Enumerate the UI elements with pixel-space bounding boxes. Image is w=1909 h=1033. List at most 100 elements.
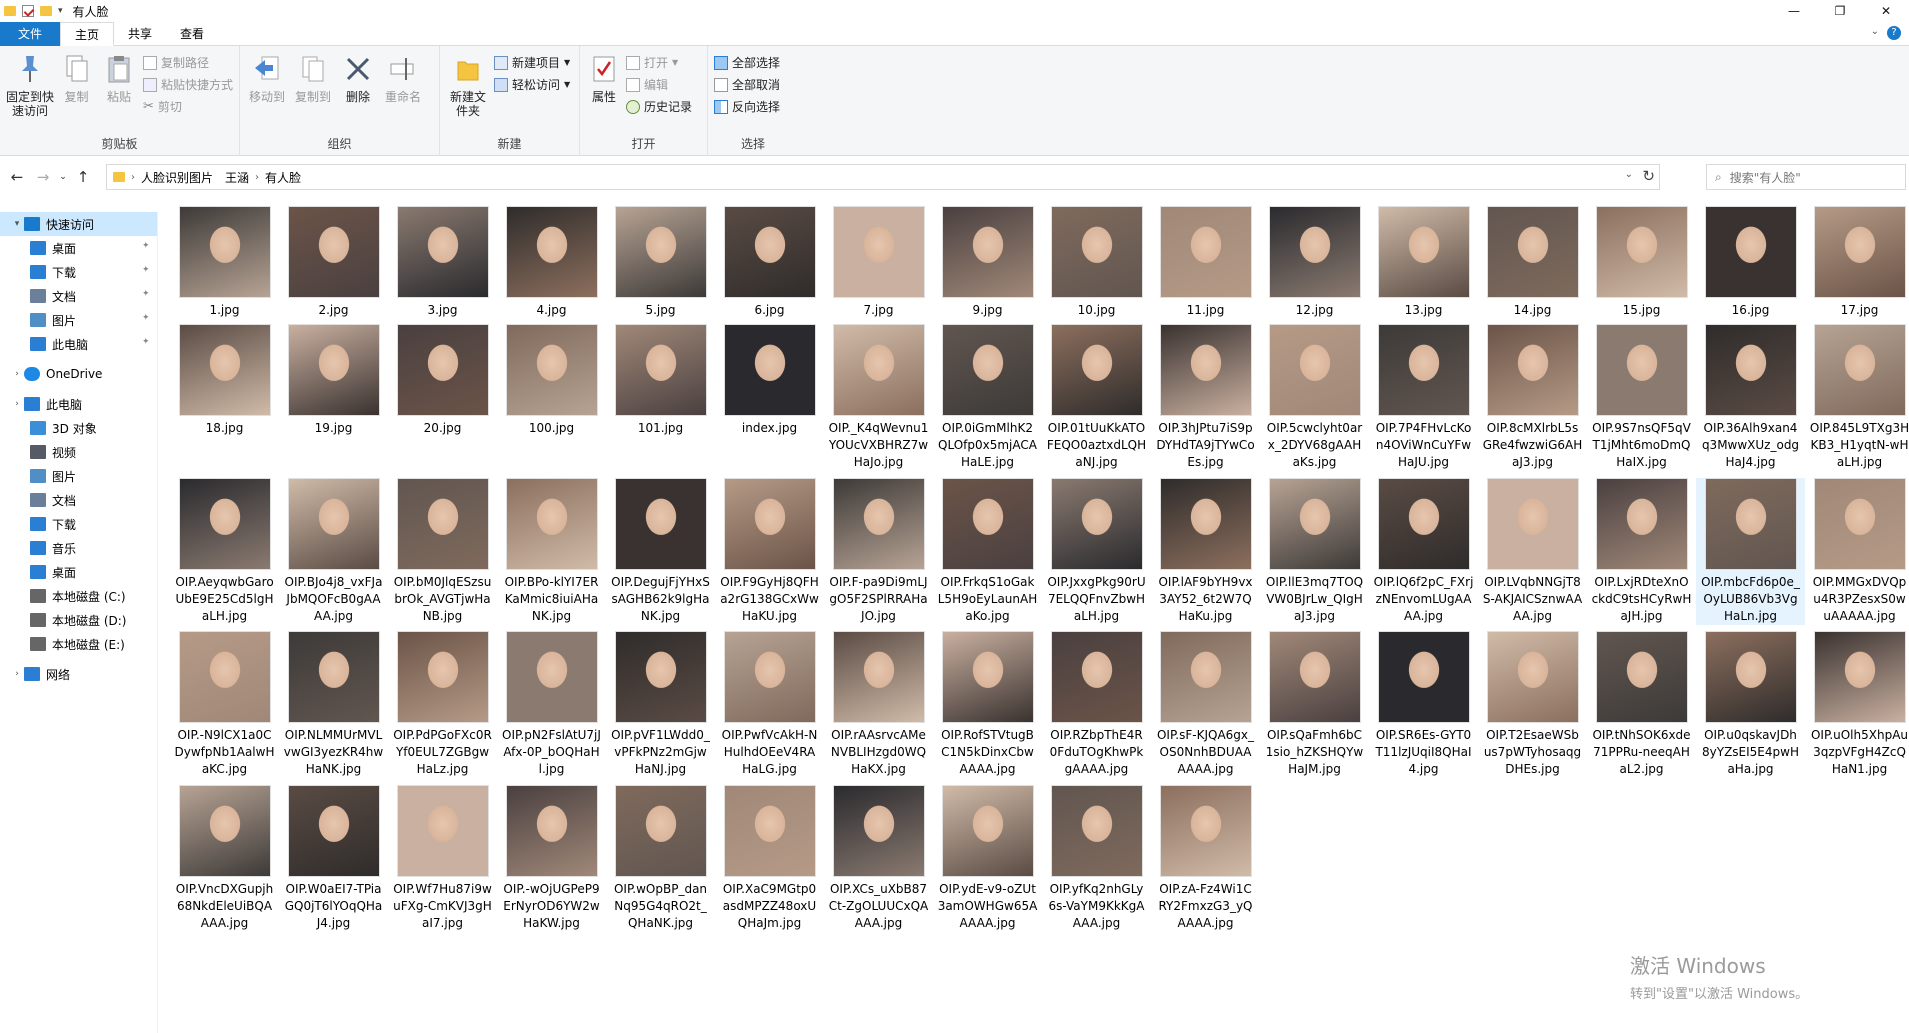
file-item[interactable]: OIP.XCs_uXbB87Ct-ZgOLUUCxQAAAA.jpg xyxy=(824,785,933,932)
file-item[interactable]: OIP.7P4FHvLcKon4OViWnCuYFwHaJU.jpg xyxy=(1369,324,1478,471)
properties-quick-icon[interactable] xyxy=(22,5,34,17)
file-item[interactable]: OIP.pN2FslAtU7jJAfx-0P_bOQHaHl.jpg xyxy=(497,631,606,778)
file-item[interactable]: 19.jpg xyxy=(279,324,388,471)
file-item[interactable]: OIP.zA-Fz4Wi1CRY2FmxzG3_yQAAAA.jpg xyxy=(1151,785,1260,932)
file-item[interactable]: 101.jpg xyxy=(606,324,715,471)
sidebar-item[interactable]: 音乐 xyxy=(0,536,157,560)
minimize-button[interactable]: — xyxy=(1771,0,1817,22)
open-button[interactable]: 打开 ▼ xyxy=(626,54,692,71)
file-item[interactable]: 16.jpg xyxy=(1696,206,1805,319)
file-item[interactable]: OIP.T2EsaeWSbus7pWTyhosaqgDHEs.jpg xyxy=(1478,631,1587,778)
file-item[interactable]: 20.jpg xyxy=(388,324,497,471)
file-item[interactable]: OIP.3hJPtu7iS9pDYHdTA9jTYwCoEs.jpg xyxy=(1151,324,1260,471)
file-item[interactable]: OIP.-wOjUGPeP9ErNyrOD6YW2wHaKW.jpg xyxy=(497,785,606,932)
tab-file[interactable]: 文件 xyxy=(0,22,61,46)
file-item[interactable]: 100.jpg xyxy=(497,324,606,471)
file-item[interactable]: OIP.ydE-v9-oZUt3amOWHGw65AAAAA.jpg xyxy=(933,785,1042,932)
sidebar-item[interactable]: 下载 ✦ xyxy=(0,260,157,284)
ribbon-expand-icon[interactable]: ⌄ xyxy=(1871,26,1879,37)
up-arrow-icon[interactable]: ↑ xyxy=(70,168,96,186)
file-item[interactable]: OIP.01tUuKkATOFEQO0aztxdLQHaNJ.jpg xyxy=(1042,324,1151,471)
file-item[interactable]: OIP.36Alh9xan4q3MwwXUz_odgHaJ4.jpg xyxy=(1696,324,1805,471)
sidebar-item[interactable]: 视频 xyxy=(0,440,157,464)
file-item[interactable]: OIP.u0qskavJDh8yYZsEI5E4pwHaHa.jpg xyxy=(1696,631,1805,778)
file-item[interactable]: OIP.llE3mq7TOQVW0BJrLw_QIgHaJ3.jpg xyxy=(1260,478,1369,625)
help-icon[interactable]: ? xyxy=(1887,26,1901,40)
file-item[interactable]: OIP.RofSTVtugBC1N5kDinxCbwAAAA.jpg xyxy=(933,631,1042,778)
breadcrumb-item[interactable]: 有人脸 xyxy=(265,169,301,186)
new-folder-quick-icon[interactable] xyxy=(40,6,52,16)
file-item[interactable]: OIP.VncDXGupjh68NkdEleUiBQAAAA.jpg xyxy=(170,785,279,932)
file-item[interactable]: 7.jpg xyxy=(824,206,933,319)
select-all-button[interactable]: 全部选择 xyxy=(714,54,780,71)
file-item[interactable]: OIP.tNhSOK6xde71PPRu-neeqAHaL2.jpg xyxy=(1587,631,1696,778)
file-item[interactable]: OIP.bM0JlqESzsubrOk_AVGTjwHaNB.jpg xyxy=(388,478,497,625)
sidebar-item[interactable]: 图片 xyxy=(0,464,157,488)
tab-home[interactable]: 主页 xyxy=(60,22,115,46)
file-item[interactable]: OIP.F9GyHj8QFHa2rG138GCxWwHaKU.jpg xyxy=(715,478,824,625)
sidebar-item[interactable]: ▾ 快速访问 xyxy=(0,212,157,236)
file-item[interactable]: OIP.lAF9bYH9vx3AY52_6t2W7QHaKu.jpg xyxy=(1151,478,1260,625)
address-dropdown-icon[interactable]: ⌄ xyxy=(1625,169,1633,180)
file-item[interactable]: OIP.9S7nsQF5qVT1jMht6moDmQHaIX.jpg xyxy=(1587,324,1696,471)
file-item[interactable]: 13.jpg xyxy=(1369,206,1478,319)
history-button[interactable]: 历史记录 xyxy=(626,98,692,115)
sidebar-item[interactable]: 桌面 ✦ xyxy=(0,236,157,260)
file-item[interactable]: OIP._K4qWevnu1YOUcVXBHRZ7wHaJo.jpg xyxy=(824,324,933,471)
file-item[interactable]: 4.jpg xyxy=(497,206,606,319)
file-item[interactable]: OIP.AeyqwbGaroUbE9E25Cd5lgHaLH.jpg xyxy=(170,478,279,625)
sidebar-item[interactable]: 文档 ✦ xyxy=(0,284,157,308)
file-item[interactable]: OIP.845L9TXg3HKB3_H1yqtN-wHaLH.jpg xyxy=(1805,324,1909,471)
expand-arrow-icon[interactable]: › xyxy=(10,669,24,679)
file-item[interactable]: OIP.8cMXlrbL5sGRe4fwzwiG6AHaJ3.jpg xyxy=(1478,324,1587,471)
tab-share[interactable]: 共享 xyxy=(114,22,166,46)
file-item[interactable]: OIP.rAAsrvcAMeNVBLIHzgd0WQHaKX.jpg xyxy=(824,631,933,778)
file-item[interactable]: OIP.mbcFd6p0e_OyLUB86Vb3VgHaLn.jpg xyxy=(1696,478,1805,625)
maximize-button[interactable]: ❐ xyxy=(1817,0,1863,22)
file-item[interactable]: OIP.PdPGoFXc0RYf0EUL7ZGBgwHaLz.jpg xyxy=(388,631,497,778)
file-item[interactable]: OIP.sQaFmh6bC1sio_hZKSHQYwHaJM.jpg xyxy=(1260,631,1369,778)
refresh-icon[interactable]: ↻ xyxy=(1642,167,1655,185)
expand-arrow-icon[interactable]: › xyxy=(10,369,24,379)
sidebar-item[interactable]: 3D 对象 xyxy=(0,416,157,440)
file-item[interactable]: OIP.-N9lCX1a0CDywfpNb1AalwHaKC.jpg xyxy=(170,631,279,778)
forward-arrow-icon[interactable]: → xyxy=(30,168,56,186)
sidebar-item[interactable]: 图片 ✦ xyxy=(0,308,157,332)
file-item[interactable]: OIP.Wf7Hu87i9wuFXg-CmKVJ3gHaI7.jpg xyxy=(388,785,497,932)
file-item[interactable]: 5.jpg xyxy=(606,206,715,319)
file-item[interactable]: OIP.BPo-klYI7ERKaMmic8iuiAHaNK.jpg xyxy=(497,478,606,625)
tab-view[interactable]: 查看 xyxy=(166,22,218,46)
file-item[interactable]: OIP.LxjRDteXnOckdC9tsHCyRwHaJH.jpg xyxy=(1587,478,1696,625)
file-item[interactable]: 17.jpg xyxy=(1805,206,1909,319)
sidebar-item[interactable]: 文档 xyxy=(0,488,157,512)
file-item[interactable]: 10.jpg xyxy=(1042,206,1151,319)
file-item[interactable]: 9.jpg xyxy=(933,206,1042,319)
breadcrumb-item[interactable]: 人脸识别图片 xyxy=(141,169,213,186)
file-item[interactable]: 3.jpg xyxy=(388,206,497,319)
file-item[interactable]: OIP.SR6Es-GYT0T11lzJUqiI8QHaI4.jpg xyxy=(1369,631,1478,778)
copy-path-button[interactable]: 复制路径 xyxy=(142,54,233,71)
file-item[interactable]: OIP.LVqbNNGjT8S-AKJAICSznwAAAA.jpg xyxy=(1478,478,1587,625)
sidebar-item[interactable]: › 网络 xyxy=(0,662,157,686)
file-item[interactable]: 14.jpg xyxy=(1478,206,1587,319)
paste-button[interactable]: 粘贴 xyxy=(99,52,139,104)
file-item[interactable]: OIP.RZbpThE4R0FduTOgKhwPkgAAAA.jpg xyxy=(1042,631,1151,778)
file-item[interactable]: OIP.W0aEI7-TPiaGQ0jT6lYOqQHaJ4.jpg xyxy=(279,785,388,932)
sidebar-item[interactable]: 本地磁盘 (E:) xyxy=(0,632,157,656)
paste-shortcut-button[interactable]: 粘贴快捷方式 xyxy=(142,76,233,93)
file-item[interactable]: OIP.0iGmMlhK2QLOfp0x5mjACAHaLE.jpg xyxy=(933,324,1042,471)
recent-locations-icon[interactable]: ⌄ xyxy=(56,172,70,182)
file-item[interactable]: OIP.wOpBP_danNq95G4qRO2t_QHaNK.jpg xyxy=(606,785,715,932)
customize-toolbar-icon[interactable]: ▾ xyxy=(58,6,63,16)
expand-arrow-icon[interactable]: ▾ xyxy=(10,219,24,229)
sidebar-item[interactable]: › OneDrive xyxy=(0,362,157,386)
search-box[interactable]: ⌕ 搜索"有人脸" xyxy=(1706,164,1906,190)
breadcrumb-item[interactable]: 王涵 xyxy=(225,169,249,186)
file-item[interactable]: OIP.MMGxDVQpu4R3PZesxS0wuAAAAA.jpg xyxy=(1805,478,1909,625)
file-item[interactable]: 11.jpg xyxy=(1151,206,1260,319)
file-item[interactable]: OIP.lQ6f2pC_FXrjzNEnvomLUgAAAA.jpg xyxy=(1369,478,1478,625)
file-item[interactable]: OIP.FrkqS1oGakL5H9oEyLaunAHaKo.jpg xyxy=(933,478,1042,625)
file-item[interactable]: OIP.sF-KJQA6gx_OS0NnhBDUAAAAAA.jpg xyxy=(1151,631,1260,778)
cut-button[interactable]: ✂ 剪切 xyxy=(143,98,233,115)
close-button[interactable]: ✕ xyxy=(1863,0,1909,22)
